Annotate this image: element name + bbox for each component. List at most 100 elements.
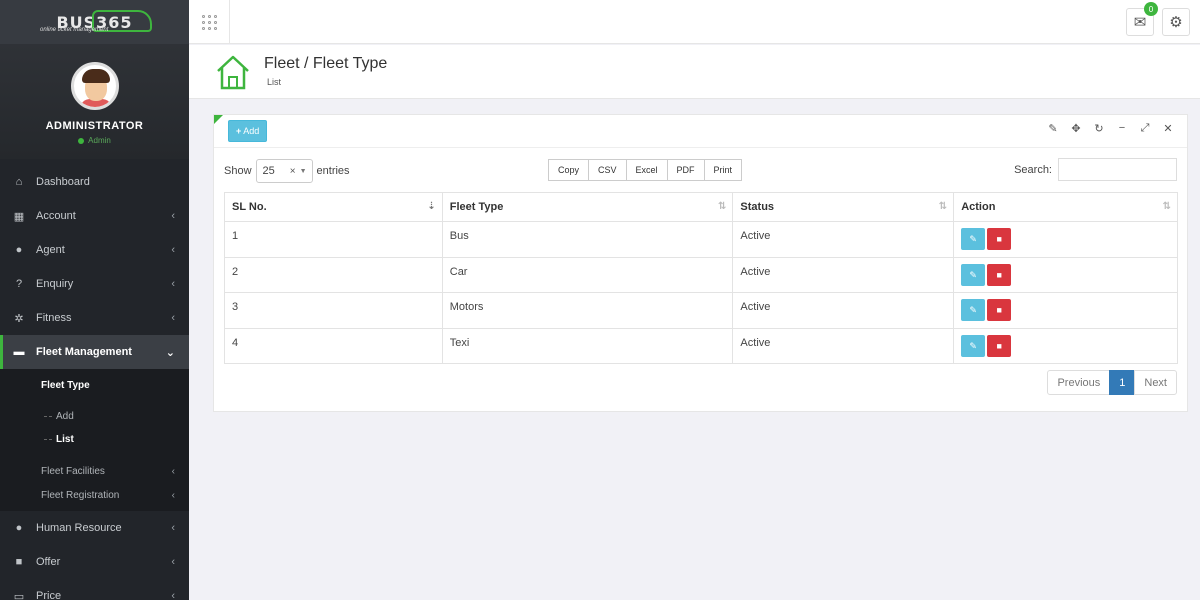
calculator-icon: ▦ [13,210,25,223]
submenu-item-fleet-registration[interactable]: Fleet Registration ‹ [0,483,189,507]
clear-icon[interactable]: × [290,166,296,177]
delete-button[interactable]: ■ [987,263,1012,286]
trash-icon: ■ [996,340,1002,351]
money-icon: ▭ [13,590,25,600]
panel-corner-marker [214,115,223,124]
page-title: Fleet / Fleet Type [264,55,388,72]
cell-action: ✎ ■ [953,292,1178,329]
sidebar-menu: ⌂ Dashboard ▦ Account ‹ ● Agent ‹ ? Enqu… [0,159,189,600]
sort-icon: ⇅ [1162,201,1171,212]
edit-button[interactable]: ✎ [961,334,986,357]
table-row: 3 Motors Active ✎ ■ [224,292,1178,329]
move-icon[interactable]: ✥ [1069,122,1083,135]
car-icon: ▬ [13,346,25,358]
add-button[interactable]: + Add [228,120,268,142]
pencil-icon: ✎ [969,234,977,244]
sidebar-item-price[interactable]: ▭ Price ‹ [0,579,189,600]
sidebar-item-offer[interactable]: ■ Offer ‹ [0,545,189,579]
cell-status: Active [732,256,955,293]
home-icon [217,55,249,90]
pencil-icon: ✎ [969,340,977,351]
submenu-item-add[interactable]: Add [0,405,189,428]
next-page-button[interactable]: Next [1134,370,1177,395]
entries-select[interactable]: 25 × ▼ [255,159,313,183]
cell-status: Active [732,221,955,258]
cell-sl-no: 3 [224,292,443,329]
refresh-icon[interactable]: ↻ [1092,122,1106,135]
print-button[interactable]: Print [703,159,743,181]
column-header-status[interactable]: Status ⇅ [732,192,955,222]
page-header: Fleet / Fleet Type List [189,45,1200,99]
submenu-item-fleet-facilities[interactable]: Fleet Facilities ‹ [0,459,189,483]
delete-button[interactable]: ■ [987,299,1012,321]
pagination: Previous 1 Next [1047,370,1177,395]
table-header-row: SL No. ⇣ Fleet Type ⇅ Status ⇅ Action ⇅ [224,192,1178,222]
fleet-submenu: Fleet Type Add List Fleet Facilities ‹ F… [0,369,189,511]
chevron-left-icon: ‹ [171,210,175,222]
user-profile: ADMINISTRATOR Admin [0,44,189,159]
column-header-sl-no[interactable]: SL No. ⇣ [224,192,443,222]
copy-button[interactable]: Copy [548,159,590,181]
delete-button[interactable]: ■ [987,334,1012,357]
sidebar-item-account[interactable]: ▦ Account ‹ [0,199,189,233]
chevron-left-icon: ‹ [171,244,175,256]
trash-icon: ■ [996,305,1002,315]
table-row: 4 Texi Active ✎ ■ [224,327,1178,364]
close-icon[interactable]: ✕ [1161,122,1175,135]
minimize-icon[interactable]: − [1115,122,1129,135]
sort-icon: ⇅ [718,201,727,212]
sidebar-item-label: Enquiry [36,278,74,290]
pencil-icon: ✎ [969,269,977,280]
sidebar-item-dashboard[interactable]: ⌂ Dashboard [0,165,189,199]
caret-down-icon: ▼ [299,167,307,175]
settings-button[interactable]: ⚙ [1162,8,1190,36]
pdf-button[interactable]: PDF [666,159,705,181]
chevron-left-icon: ‹ [171,590,175,600]
chevron-left-icon: ‹ [171,556,175,568]
expand-icon[interactable]: ⤢ [1138,122,1152,135]
home-icon: ⌂ [15,176,23,188]
avatar[interactable] [70,62,119,110]
column-header-fleet-type[interactable]: Fleet Type ⇅ [441,192,734,222]
column-header-action[interactable]: Action ⇅ [953,192,1178,222]
table-row: 2 Car Active ✎ ■ [224,256,1178,293]
envelope-icon: ✉ [1133,14,1147,31]
page-1-button[interactable]: 1 [1109,370,1136,395]
cell-action: ✎ ■ [953,327,1178,364]
apps-grid-button[interactable] [189,0,230,44]
cell-fleet-type: Texi [441,327,734,364]
cell-sl-no: 2 [224,256,443,293]
sidebar-item-fitness[interactable]: ✲ Fitness ‹ [0,301,189,335]
online-status-icon [78,137,85,144]
sidebar-item-agent[interactable]: ● Agent ‹ [0,233,189,267]
previous-page-button[interactable]: Previous [1047,370,1111,395]
brand-logo[interactable]: BUS365 online ticket management [0,0,189,44]
excel-button[interactable]: Excel [625,159,668,181]
chevron-left-icon: ‹ [171,522,175,534]
trash-icon: ■ [996,269,1002,280]
user-icon: ● [15,244,23,256]
chevron-left-icon: ‹ [171,312,175,324]
cell-status: Active [732,327,955,364]
cell-fleet-type: Car [441,256,734,293]
edit-button[interactable]: ✎ [961,263,986,286]
page-subtitle: List [267,77,282,87]
delete-button[interactable]: ■ [987,228,1012,250]
csv-button[interactable]: CSV [588,159,627,181]
edit-button[interactable]: ✎ [961,299,986,321]
entries-length-control: Show 25 × ▼ entries [224,159,350,183]
search-control: Search: [1014,158,1177,181]
sidebar-item-fleet-management[interactable]: ▬ Fleet Management ⌄ [0,335,189,369]
sidebar-item-enquiry[interactable]: ? Enquiry ‹ [0,267,189,301]
sidebar-item-human-resource[interactable]: ● Human Resource ‹ [0,511,189,545]
column-header-label: Fleet Type [449,201,504,213]
submenu-item-fleet-type[interactable]: Fleet Type [0,373,189,397]
pencil-icon: ✎ [969,305,977,315]
add-button-label: Add [243,126,260,136]
pencil-icon[interactable]: ✎ [1046,122,1060,135]
chevron-left-icon: ‹ [171,278,175,290]
edit-button[interactable]: ✎ [961,228,986,250]
search-input[interactable] [1058,158,1177,181]
submenu-item-list[interactable]: List [0,428,189,451]
sort-icon: ⇅ [938,201,948,212]
